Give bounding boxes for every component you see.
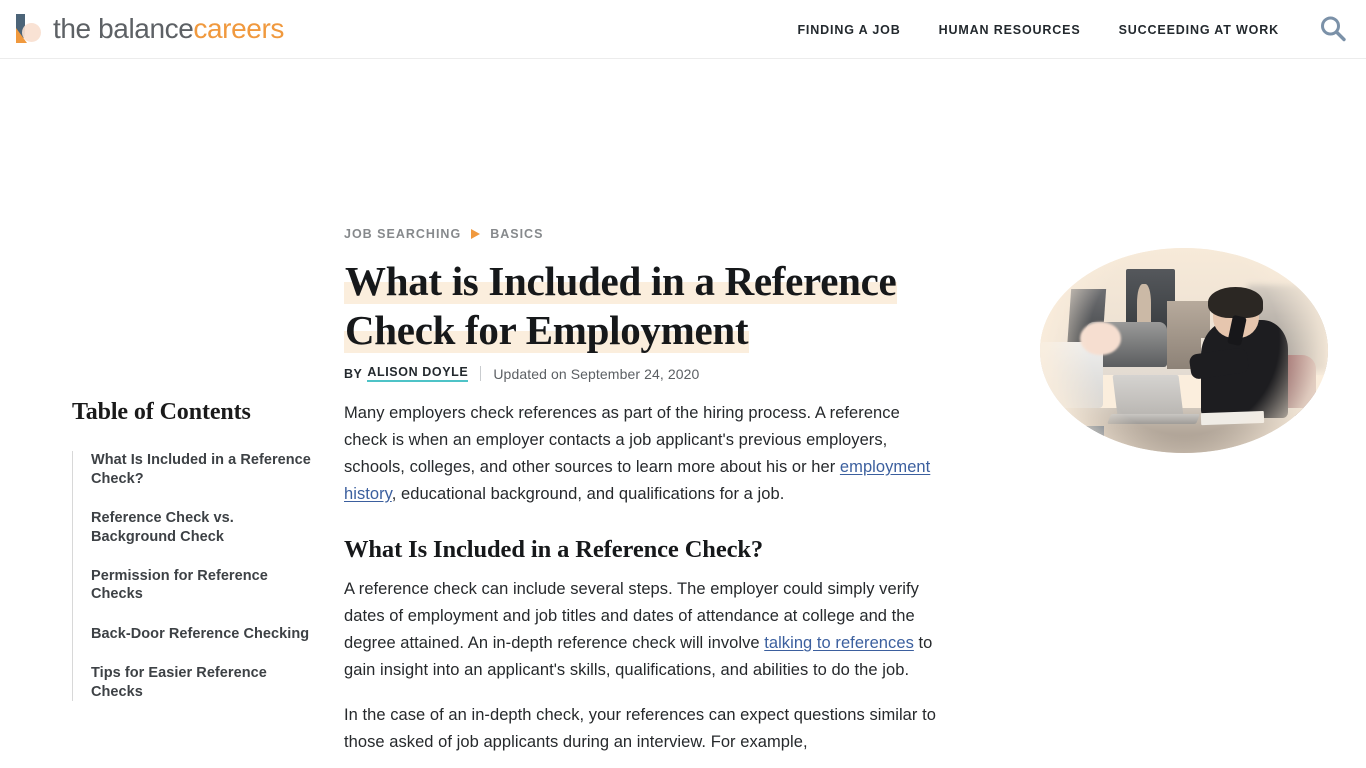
section-heading-what-is-included: What Is Included in a Reference Check? (344, 536, 764, 563)
hero-papers-shape (1201, 410, 1265, 426)
toc-link-reference-vs-background[interactable]: Reference Check vs. Background Check (91, 509, 322, 546)
breadcrumb: JOB SEARCHING BASICS (344, 227, 946, 241)
nav-item-succeeding-at-work[interactable]: SUCCEEDING AT WORK (1100, 23, 1298, 37)
nav-item-finding-a-job[interactable]: FINDING A JOB (778, 23, 919, 37)
breadcrumb-subcategory[interactable]: BASICS (490, 227, 543, 241)
list-item: Reference Check vs. Background Check (91, 509, 322, 546)
byline: BY ALISON DOYLE Updated on September 24,… (344, 365, 946, 382)
main-navigation: FINDING A JOB HUMAN RESOURCES SUCCEEDING… (778, 0, 1298, 59)
article-hero-image (1040, 248, 1328, 453)
hero-person-hair (1208, 286, 1264, 318)
breadcrumb-arrow-icon (471, 229, 481, 239)
nav-item-human-resources[interactable]: HUMAN RESOURCES (920, 23, 1100, 37)
logo-text-the: the (53, 13, 99, 44)
toc-list: What Is Included in a Reference Check? R… (72, 451, 322, 702)
list-item: Permission for Reference Checks (91, 567, 322, 604)
dot-icon (1084, 432, 1088, 435)
page-body: Table of Contents What Is Included in a … (0, 59, 1366, 768)
link-talking-to-references[interactable]: talking to references (764, 634, 914, 652)
logo-text-balance: balance (98, 13, 194, 44)
article-intro-paragraph: Many employers check references as part … (344, 400, 946, 508)
toc-heading: Table of Contents (72, 399, 251, 425)
section1-paragraph-2: In the case of an in-depth check, your r… (344, 706, 936, 752)
table-of-contents: Table of Contents What Is Included in a … (72, 399, 322, 702)
dot-icon (1090, 432, 1094, 435)
hero-laptop-base (1107, 414, 1201, 425)
byline-author-link[interactable]: ALISON DOYLE (367, 365, 469, 382)
section1-paragraph-1: A reference check can include several st… (344, 576, 946, 684)
hero-laptop-screen (1112, 375, 1184, 417)
logo-text-careers: careers (193, 13, 284, 44)
list-item: What Is Included in a Reference Check? (91, 451, 322, 488)
page-title: What is Included in a Reference Check fo… (344, 257, 946, 355)
balance-logo-mark-icon (14, 12, 44, 46)
page-title-text: What is Included in a Reference Check fo… (344, 258, 898, 353)
site-logo-wordmark: the balancecareers (53, 15, 284, 43)
site-logo[interactable]: the balancecareers (14, 12, 284, 46)
byline-updated-date: Updated on September 24, 2020 (493, 365, 700, 382)
toc-link-back-door[interactable]: Back-Door Reference Checking (91, 625, 322, 643)
hero-illustration (1040, 248, 1328, 453)
search-button[interactable] (1314, 11, 1352, 49)
intro-text-part1: Many employers check references as part … (344, 404, 900, 476)
breadcrumb-category[interactable]: JOB SEARCHING (344, 227, 461, 241)
dot-icon (1078, 432, 1082, 435)
toc-link-tips[interactable]: Tips for Easier Reference Checks (91, 664, 322, 701)
toc-link-permission[interactable]: Permission for Reference Checks (91, 567, 322, 604)
list-item: Tips for Easier Reference Checks (91, 664, 322, 701)
site-header: the balancecareers FINDING A JOB HUMAN R… (0, 0, 1366, 59)
hero-lamp-shape (1080, 321, 1121, 355)
intro-text-part2: , educational background, and qualificat… (391, 485, 785, 503)
hero-more-options-badge[interactable] (1068, 426, 1104, 441)
byline-by-label: BY (344, 366, 363, 381)
list-item: Back-Door Reference Checking (91, 625, 322, 643)
search-icon (1318, 14, 1348, 47)
byline-divider (480, 366, 482, 381)
toc-link-what-is-included[interactable]: What Is Included in a Reference Check? (91, 451, 322, 488)
article-content: JOB SEARCHING BASICS What is Included in… (344, 227, 946, 768)
